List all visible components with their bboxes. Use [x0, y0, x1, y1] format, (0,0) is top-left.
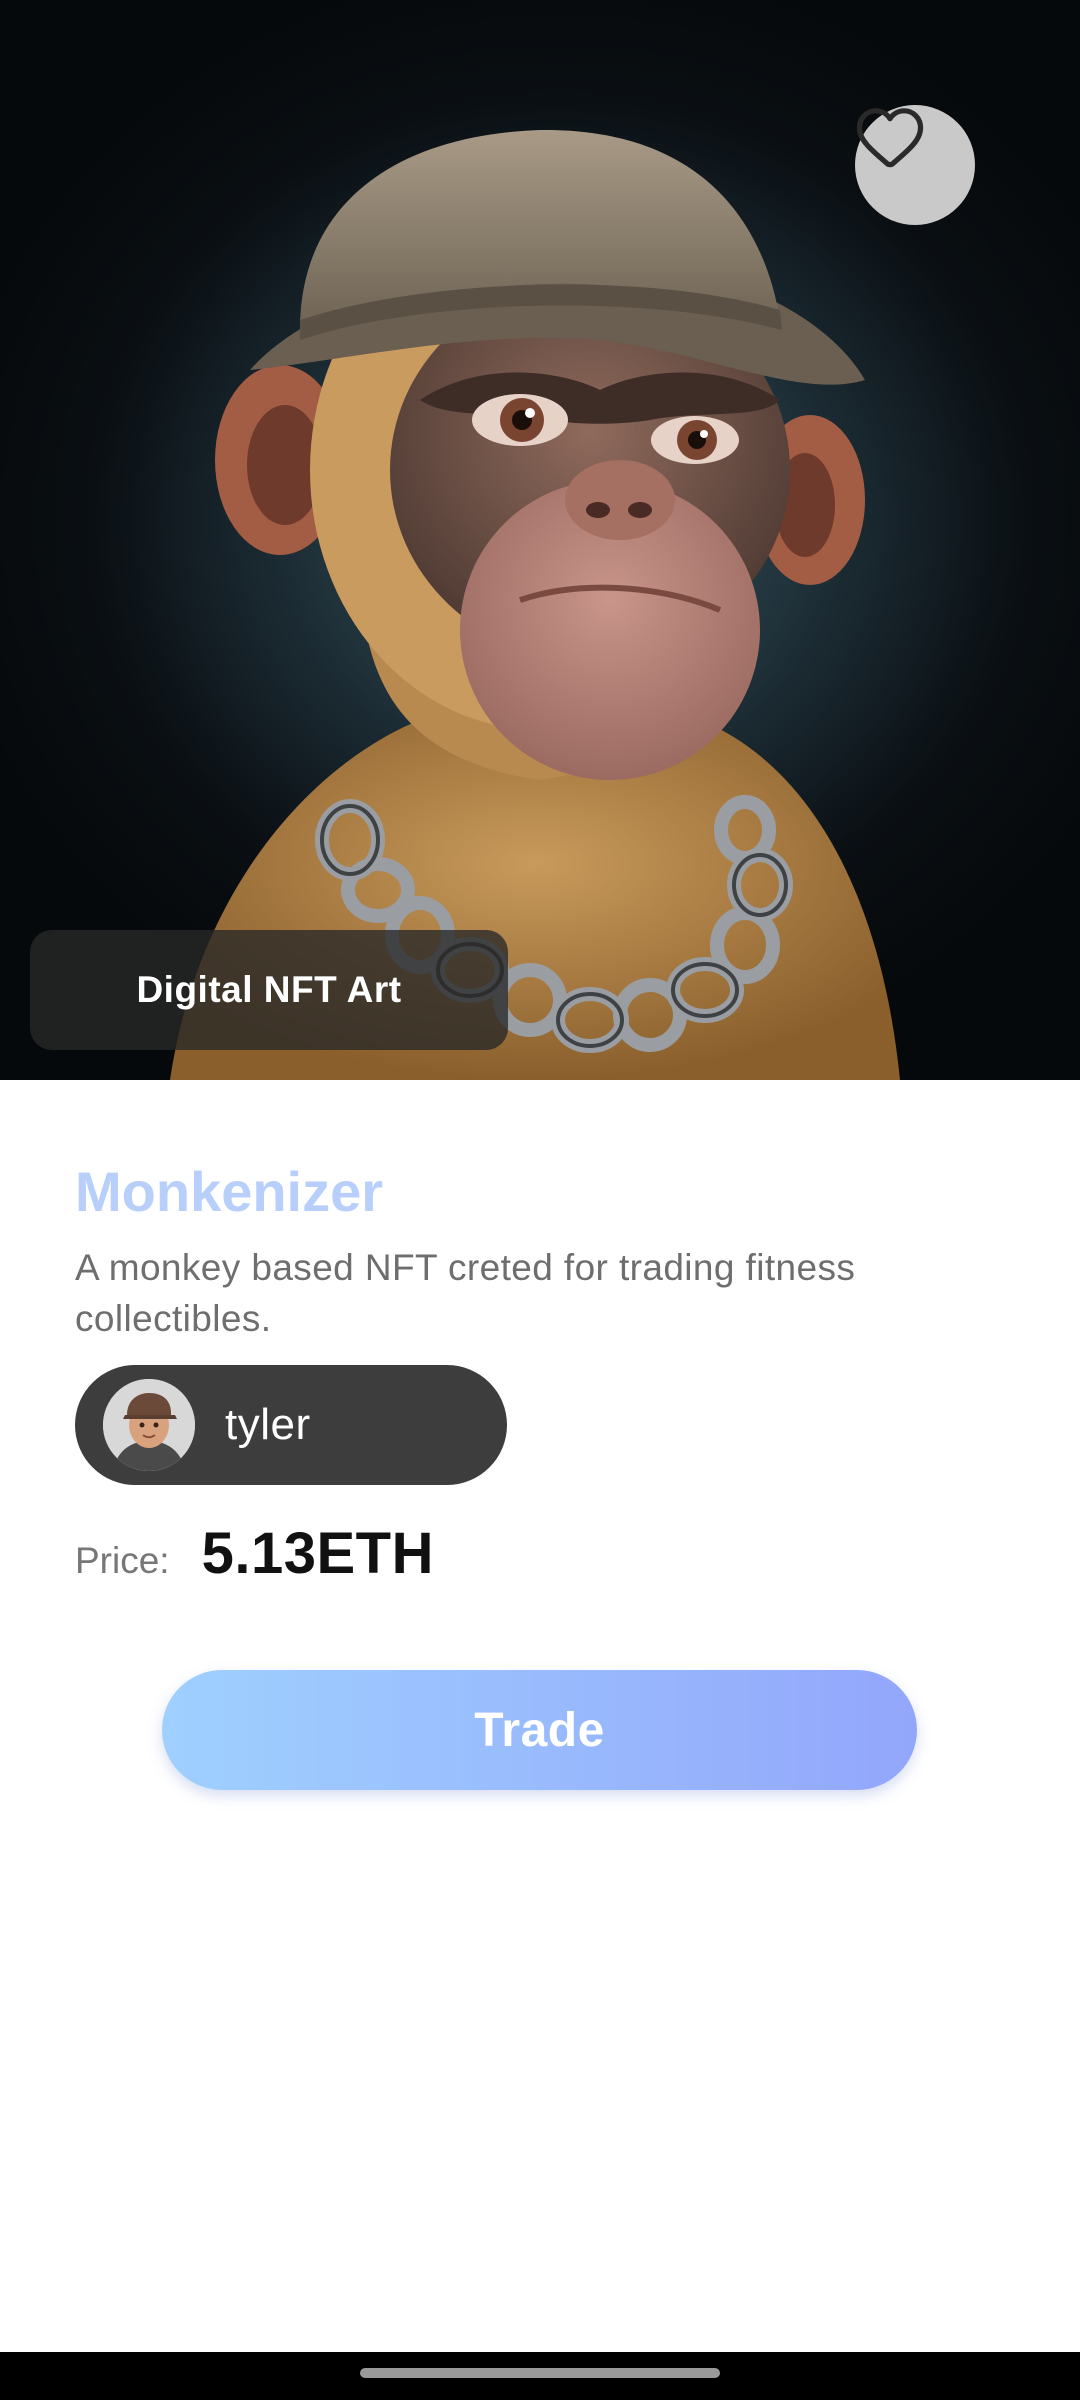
trade-button[interactable]: Trade — [162, 1670, 917, 1790]
price-label: Price: — [75, 1540, 170, 1581]
heart-outline-icon — [856, 108, 924, 168]
owner-name: tyler — [225, 1400, 311, 1449]
avatar — [103, 1379, 195, 1471]
avatar-icon — [103, 1379, 195, 1471]
category-tag: Digital NFT Art — [30, 930, 508, 1050]
nft-artwork: Digital NFT Art — [0, 0, 1080, 1080]
price-value: 5.13ETH — [201, 1521, 434, 1586]
price-row: Price: 5.13ETH — [75, 1520, 434, 1587]
favorite-button[interactable] — [855, 105, 975, 225]
home-gesture-handle[interactable] — [360, 2368, 720, 2378]
trade-button-label: Trade — [474, 1703, 605, 1757]
nft-details: Monkenizer A monkey based NFT creted for… — [75, 1160, 1005, 1344]
system-navigation-bar — [0, 2352, 1080, 2400]
category-tag-label: Digital NFT Art — [136, 969, 402, 1010]
nft-title: Monkenizer — [75, 1160, 384, 1223]
nft-description: A monkey based NFT creted for trading fi… — [75, 1247, 856, 1339]
owner-chip[interactable]: tyler — [75, 1365, 507, 1485]
